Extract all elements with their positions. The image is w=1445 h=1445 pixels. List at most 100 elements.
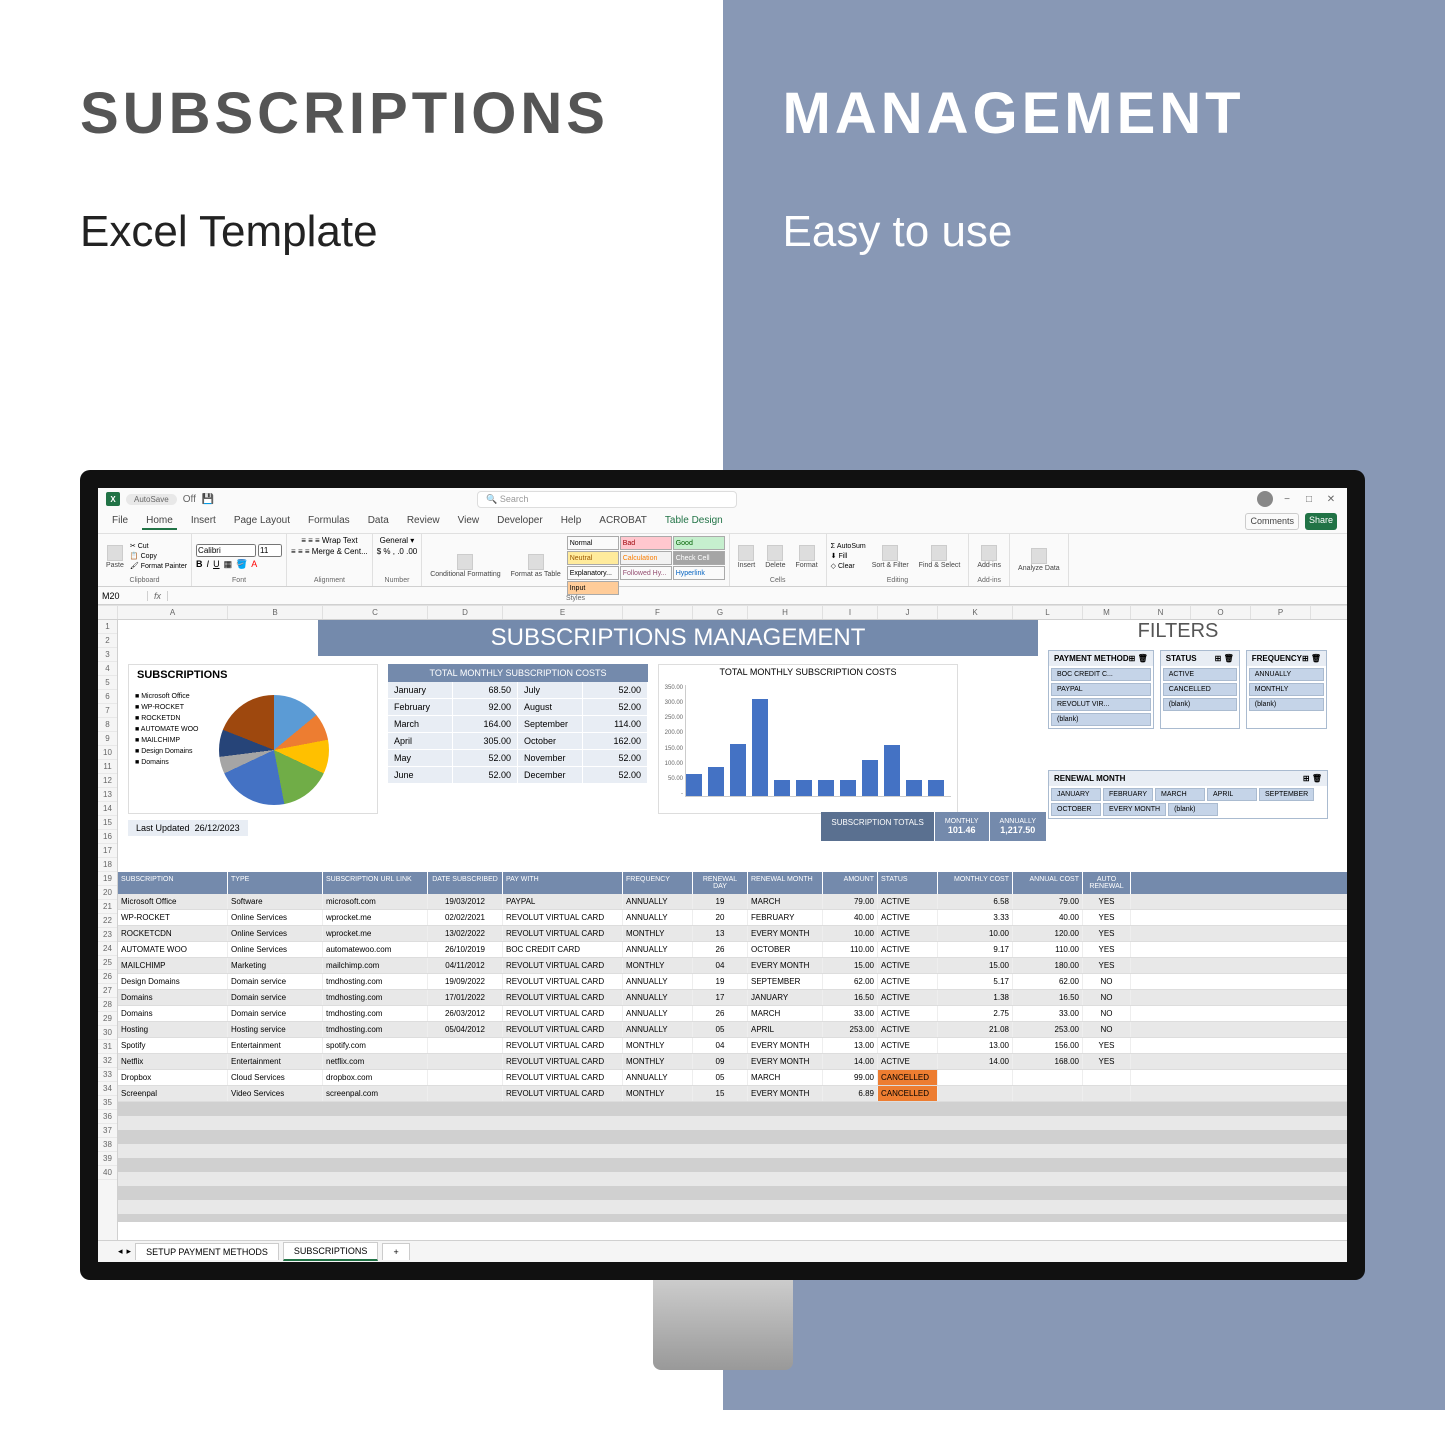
hero-left-sub: Excel Template — [80, 207, 683, 257]
table-row[interactable]: NetflixEntertainmentnetflix.comREVOLUT V… — [118, 1054, 1347, 1070]
paste-button[interactable]: Paste — [102, 542, 128, 572]
fx-icon[interactable]: fx — [148, 591, 168, 601]
table-row[interactable]: Design DomainsDomain servicetmdhosting.c… — [118, 974, 1347, 990]
table-row[interactable]: DropboxCloud Servicesdropbox.comREVOLUT … — [118, 1070, 1347, 1086]
tab-view[interactable]: View — [454, 513, 484, 530]
monitor-frame: X AutoSave Off 💾 🔍 Search − □ ✕ File Hom… — [80, 470, 1365, 1280]
clear-button[interactable]: ◇ Clear — [831, 562, 866, 572]
wrap-button[interactable]: Wrap Text — [322, 536, 358, 545]
table-row[interactable]: SpotifyEntertainmentspotify.comREVOLUT V… — [118, 1038, 1347, 1054]
slicer-renewal-month[interactable]: RENEWAL MONTH⊞ 🗑 JANUARYFEBRUARYMARCHAPR… — [1048, 770, 1328, 819]
zoom-out-icon[interactable]: − — [1261, 1267, 1266, 1276]
tab-setup[interactable]: SETUP PAYMENT METHODS — [135, 1243, 279, 1260]
name-box[interactable]: M20 — [98, 591, 148, 601]
tab-prev-icon[interactable]: ◂ — [118, 1246, 123, 1257]
hero-right-title: MANAGEMENT — [783, 80, 1406, 147]
slicer-status[interactable]: STATUS⊞ 🗑 ACTIVECANCELLED(blank) — [1160, 650, 1240, 729]
hero-left-title: SUBSCRIPTIONS — [80, 80, 683, 147]
tab-home[interactable]: Home — [142, 513, 177, 530]
find-select-button[interactable]: Find & Select — [915, 542, 965, 572]
close-icon[interactable]: ✕ — [1323, 494, 1339, 505]
autosum-button[interactable]: Σ AutoSum — [831, 542, 866, 552]
analyze-button[interactable]: Analyze Data — [1014, 545, 1064, 575]
cut-button[interactable]: ✂ Cut — [130, 542, 187, 552]
autosave-toggle[interactable]: AutoSave — [126, 494, 177, 505]
copy-button[interactable]: 📋 Copy — [130, 552, 187, 562]
styles-label: Styles — [426, 595, 725, 602]
italic-button[interactable]: I — [207, 559, 210, 570]
share-button[interactable]: Share — [1305, 513, 1337, 530]
maximize-icon[interactable]: □ — [1301, 494, 1317, 505]
table-row[interactable]: ScreenpalVideo Servicesscreenpal.comREVO… — [118, 1086, 1347, 1102]
number-format-select[interactable]: General ▾ — [380, 536, 415, 545]
font-color-button[interactable]: A — [251, 559, 257, 570]
bar-chart[interactable]: TOTAL MONTHLY SUBSCRIPTION COSTS 350.003… — [658, 664, 958, 814]
font-size-select[interactable] — [258, 544, 282, 557]
table-row[interactable]: MAILCHIMPMarketingmailchimp.com04/11/201… — [118, 958, 1347, 974]
table-row[interactable]: DomainsDomain servicetmdhosting.com26/03… — [118, 1006, 1347, 1022]
view-break-icon[interactable]: ▥ — [1250, 1267, 1258, 1276]
comments-button[interactable]: Comments — [1245, 513, 1299, 530]
clipboard-label: Clipboard — [102, 577, 187, 584]
filters-title: FILTERS — [1058, 620, 1298, 643]
tab-table-design[interactable]: Table Design — [661, 513, 727, 530]
sheet-title: SUBSCRIPTIONS MANAGEMENT — [318, 620, 1038, 656]
avatar[interactable] — [1257, 491, 1273, 507]
view-normal-icon[interactable]: ▦ — [1227, 1267, 1235, 1276]
sort-filter-button[interactable]: Sort & Filter — [868, 542, 913, 572]
table-row[interactable]: DomainsDomain servicetmdhosting.com17/01… — [118, 990, 1347, 1006]
fill-button[interactable]: ⬇ Fill — [831, 552, 866, 562]
tab-page[interactable]: Page Layout — [230, 513, 294, 530]
font-name-select[interactable] — [196, 544, 256, 557]
subscriptions-table[interactable]: SUBSCRIPTIONTYPESUBSCRIPTION URL LINKDAT… — [118, 872, 1347, 1222]
view-page-icon[interactable]: ▤ — [1238, 1267, 1246, 1276]
format-painter-button[interactable]: 🖌 Format Painter — [130, 562, 187, 572]
tab-data[interactable]: Data — [364, 513, 393, 530]
tab-new-sheet[interactable]: + — [382, 1243, 409, 1260]
excel-titlebar: X AutoSave Off 💾 🔍 Search − □ ✕ File Hom… — [98, 488, 1347, 606]
cond-format-button[interactable]: Conditional Formatting — [426, 551, 504, 581]
font-label: Font — [196, 577, 282, 584]
table-row[interactable]: AUTOMATE WOOOnline Servicesautomatewoo.c… — [118, 942, 1347, 958]
minimize-icon[interactable]: − — [1279, 494, 1295, 505]
bold-button[interactable]: B — [196, 559, 203, 570]
tab-acrobat[interactable]: ACROBAT — [595, 513, 651, 530]
table-row[interactable]: ROCKETCDNOnline Serviceswprocket.me13/02… — [118, 926, 1347, 942]
zoom-in-icon[interactable]: + — [1308, 1267, 1313, 1276]
cost-summary-table: TOTAL MONTHLY SUBSCRIPTION COSTS January… — [388, 664, 648, 814]
cells-label: Cells — [734, 577, 822, 584]
tab-developer[interactable]: Developer — [493, 513, 547, 530]
zoom-value[interactable]: 100% — [1317, 1267, 1337, 1276]
merge-button[interactable]: Merge & Cent... — [312, 547, 368, 556]
save-icon[interactable]: 💾 — [202, 494, 214, 505]
tab-help[interactable]: Help — [557, 513, 586, 530]
addins-button[interactable]: Add-ins — [973, 542, 1005, 572]
last-updated: Last Updated 26/12/2023 — [128, 820, 248, 836]
format-button[interactable]: Format — [791, 542, 821, 572]
tab-next-icon[interactable]: ▸ — [127, 1246, 132, 1257]
table-row[interactable]: HostingHosting servicetmdhosting.com05/0… — [118, 1022, 1347, 1038]
tab-subscriptions[interactable]: SUBSCRIPTIONS — [283, 1242, 379, 1261]
tab-review[interactable]: Review — [403, 513, 444, 530]
table-row[interactable]: Microsoft OfficeSoftwaremicrosoft.com19/… — [118, 894, 1347, 910]
slicer-frequency[interactable]: FREQUENCY⊞ 🗑 ANNUALLYMONTHLY(blank) — [1246, 650, 1327, 729]
pie-chart[interactable]: SUBSCRIPTIONS Microsoft OfficeWP-ROCKETR… — [128, 664, 378, 814]
format-table-button[interactable]: Format as Table — [507, 551, 565, 581]
tab-insert[interactable]: Insert — [187, 513, 220, 530]
underline-button[interactable]: U — [213, 559, 220, 570]
editing-label: Editing — [831, 577, 965, 584]
table-row[interactable]: WP-ROCKETOnline Serviceswprocket.me02/02… — [118, 910, 1347, 926]
border-button[interactable]: ▦ — [224, 559, 233, 570]
cell-styles[interactable]: Normal Bad Good Neutral Calculation Chec… — [567, 536, 725, 595]
tab-file[interactable]: File — [108, 513, 132, 530]
tab-formulas[interactable]: Formulas — [304, 513, 354, 530]
monitor-stand — [653, 1280, 793, 1370]
status-bar: Ready 🛈 Accessibility: Investigate ▦ ▤ ▥… — [98, 1262, 1347, 1280]
insert-button[interactable]: Insert — [734, 542, 760, 572]
slicer-payment[interactable]: PAYMENT METHOD⊞ 🗑 BOC CREDIT C...PAYPALR… — [1048, 650, 1154, 729]
column-headers: A B C D E F G H I J K L M N O P — [98, 606, 1347, 620]
search-input[interactable]: 🔍 Search — [477, 491, 737, 508]
delete-button[interactable]: Delete — [761, 542, 789, 572]
number-label: Number — [377, 577, 417, 584]
fill-color-button[interactable]: 🪣 — [236, 559, 247, 570]
